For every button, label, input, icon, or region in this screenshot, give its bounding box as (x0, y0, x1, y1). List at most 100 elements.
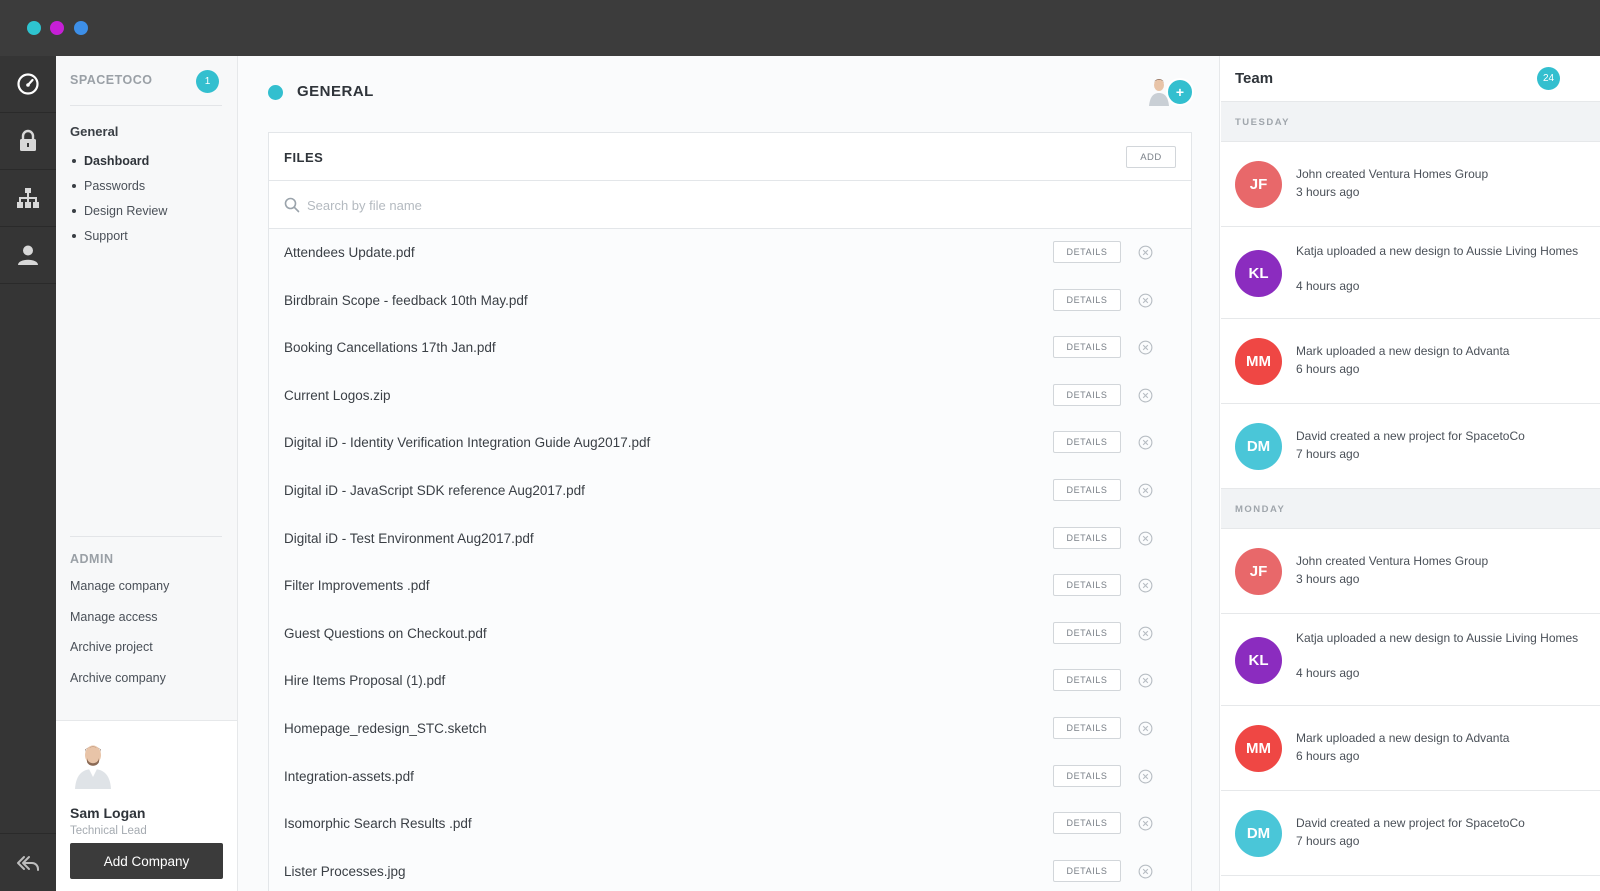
activity-item[interactable]: MM Mark uploaded a new design to Advanta 6… (1221, 706, 1600, 791)
activity-item[interactable]: MM Mark uploaded a new design to Advanta 6… (1221, 319, 1600, 404)
file-name[interactable]: Guest Questions on Checkout.pdf (284, 626, 487, 641)
activity-item[interactable]: JF John created Ventura Homes Group 3 hour… (1221, 142, 1600, 227)
details-button[interactable]: DETAILS (1053, 764, 1121, 787)
file-name[interactable]: Birdbrain Scope - feedback 10th May.pdf (284, 293, 528, 308)
remove-file-icon[interactable] (1138, 816, 1153, 831)
file-name[interactable]: Digital iD - Test Environment Aug2017.pd… (284, 531, 534, 546)
admin-item-manage-access[interactable]: Manage access (70, 608, 169, 639)
remove-file-icon[interactable] (1138, 293, 1153, 308)
add-file-button[interactable]: ADD (1126, 146, 1176, 168)
details-button[interactable]: DETAILS (1053, 336, 1121, 359)
admin-item-manage-company[interactable]: Manage company (70, 577, 169, 608)
activity-item[interactable]: KL Katja uploaded a new design to Aussie … (1221, 614, 1600, 706)
file-name[interactable]: Isomorphic Search Results .pdf (284, 816, 472, 831)
nav-item-design-review[interactable]: Design Review (70, 202, 167, 227)
activity-time: 6 hours ago (1296, 749, 1360, 763)
file-name[interactable]: Attendees Update.pdf (284, 245, 415, 260)
traffic-light-close[interactable] (27, 21, 41, 35)
details-button[interactable]: DETAILS (1053, 812, 1121, 835)
add-member-button[interactable]: + (1166, 78, 1194, 106)
file-name[interactable]: Digital iD - JavaScript SDK reference Au… (284, 483, 585, 498)
activity-item[interactable]: KL Katja uploaded a new design to Aussie … (1221, 227, 1600, 319)
collapse-back-button[interactable] (0, 833, 56, 891)
rail-org[interactable] (0, 170, 56, 227)
nav-item-passwords[interactable]: Passwords (70, 177, 167, 202)
details-button[interactable]: DETAILS (1053, 241, 1121, 263)
details-button[interactable]: DETAILS (1053, 479, 1121, 501)
activity-time: 3 hours ago (1296, 185, 1360, 199)
file-name[interactable]: Integration-assets.pdf (284, 769, 414, 784)
details-button[interactable]: DETAILS (1053, 288, 1121, 311)
remove-file-icon[interactable] (1138, 531, 1153, 546)
app-window: SPACETOCO 1 General Dashboard Passwords … (0, 56, 1600, 891)
remove-file-icon[interactable] (1138, 388, 1153, 403)
details-button[interactable]: DETAILS (1053, 431, 1121, 454)
files-panel: FILES ADD Attendees Update.pdfDETAILSBir… (268, 132, 1192, 891)
search-input[interactable] (307, 194, 907, 216)
admin-list: Manage company Manage access Archive pro… (70, 577, 169, 699)
remove-file-icon[interactable] (1138, 769, 1153, 784)
file-row[interactable]: Digital iD - Test Environment Aug2017.pd… (269, 514, 1191, 564)
team-header: Team 24 (1221, 56, 1600, 102)
file-row[interactable]: Filter Improvements .pdf DETAILS (269, 562, 1191, 612)
file-row[interactable]: Digital iD - JavaScript SDK reference Au… (269, 467, 1191, 516)
file-name[interactable]: Filter Improvements .pdf (284, 578, 430, 593)
avatar: JF (1235, 161, 1282, 208)
nav-item-dashboard[interactable]: Dashboard (70, 152, 167, 177)
activity-item[interactable]: JF John created Ventura Homes Group 3 hour… (1221, 529, 1600, 614)
details-button[interactable]: DETAILS (1053, 717, 1121, 739)
details-button[interactable]: DETAILS (1053, 859, 1121, 882)
file-name[interactable]: Hire Items Proposal (1).pdf (284, 673, 445, 688)
remove-file-icon[interactable] (1138, 340, 1153, 355)
company-switcher[interactable]: SPACETOCO 1 (70, 70, 222, 106)
file-row[interactable]: Attendees Update.pdf DETAILS (269, 229, 1191, 278)
user-role: Technical Lead (70, 825, 147, 837)
rail-dashboard[interactable] (0, 56, 56, 113)
traffic-light-minimize[interactable] (50, 21, 64, 35)
admin-item-archive-company[interactable]: Archive company (70, 669, 169, 700)
activity-text: Mark uploaded a new design to Advanta (1296, 731, 1510, 745)
file-row[interactable]: Isomorphic Search Results .pdf DETAILS (269, 800, 1191, 850)
remove-file-icon[interactable] (1138, 245, 1153, 260)
details-button[interactable]: DETAILS (1053, 669, 1121, 692)
activity-time: 6 hours ago (1296, 362, 1360, 376)
file-row[interactable]: Hire Items Proposal (1).pdf DETAILS (269, 657, 1191, 707)
file-name[interactable]: Booking Cancellations 17th Jan.pdf (284, 340, 496, 355)
details-button[interactable]: DETAILS (1053, 574, 1121, 597)
file-row[interactable]: Lister Processes.jpg DETAILS (269, 847, 1191, 891)
nav-item-support[interactable]: Support (70, 227, 167, 252)
company-name: SPACETOCO (70, 73, 153, 87)
rail-profile[interactable] (0, 227, 56, 284)
details-button[interactable]: DETAILS (1053, 383, 1121, 406)
activity-item[interactable]: DM David created a new project for Spacet… (1221, 791, 1600, 876)
file-row[interactable]: Homepage_redesign_STC.sketch DETAILS (269, 705, 1191, 754)
file-name[interactable]: Digital iD - Identity Verification Integ… (284, 435, 650, 450)
remove-file-icon[interactable] (1138, 435, 1153, 450)
add-company-button[interactable]: Add Company (70, 843, 223, 879)
activity-item[interactable]: DM David created a new project for Spacet… (1221, 404, 1600, 489)
remove-file-icon[interactable] (1138, 721, 1153, 736)
remove-file-icon[interactable] (1138, 626, 1153, 641)
file-name[interactable]: Current Logos.zip (284, 388, 391, 403)
avatar: JF (1235, 548, 1282, 595)
remove-file-icon[interactable] (1138, 578, 1153, 593)
details-button[interactable]: DETAILS (1053, 526, 1121, 549)
file-name[interactable]: Lister Processes.jpg (284, 864, 406, 879)
remove-file-icon[interactable] (1138, 673, 1153, 688)
file-row[interactable]: Guest Questions on Checkout.pdf DETAILS (269, 609, 1191, 659)
admin-item-archive-project[interactable]: Archive project (70, 638, 169, 669)
file-row[interactable]: Current Logos.zip DETAILS (269, 371, 1191, 421)
admin-divider (70, 536, 222, 537)
rail-passwords[interactable] (0, 113, 56, 170)
file-row[interactable]: Birdbrain Scope - feedback 10th May.pdf D… (269, 276, 1191, 326)
activity-time: 4 hours ago (1296, 666, 1360, 680)
file-row[interactable]: Booking Cancellations 17th Jan.pdf DETAIL… (269, 324, 1191, 374)
traffic-light-maximize[interactable] (74, 21, 88, 35)
details-button[interactable]: DETAILS (1053, 621, 1121, 644)
remove-file-icon[interactable] (1138, 864, 1153, 879)
avatar: MM (1235, 338, 1282, 385)
file-row[interactable]: Digital iD - Identity Verification Integ… (269, 419, 1191, 469)
remove-file-icon[interactable] (1138, 483, 1153, 498)
file-row[interactable]: Integration-assets.pdf DETAILS (269, 752, 1191, 802)
file-name[interactable]: Homepage_redesign_STC.sketch (284, 721, 487, 736)
